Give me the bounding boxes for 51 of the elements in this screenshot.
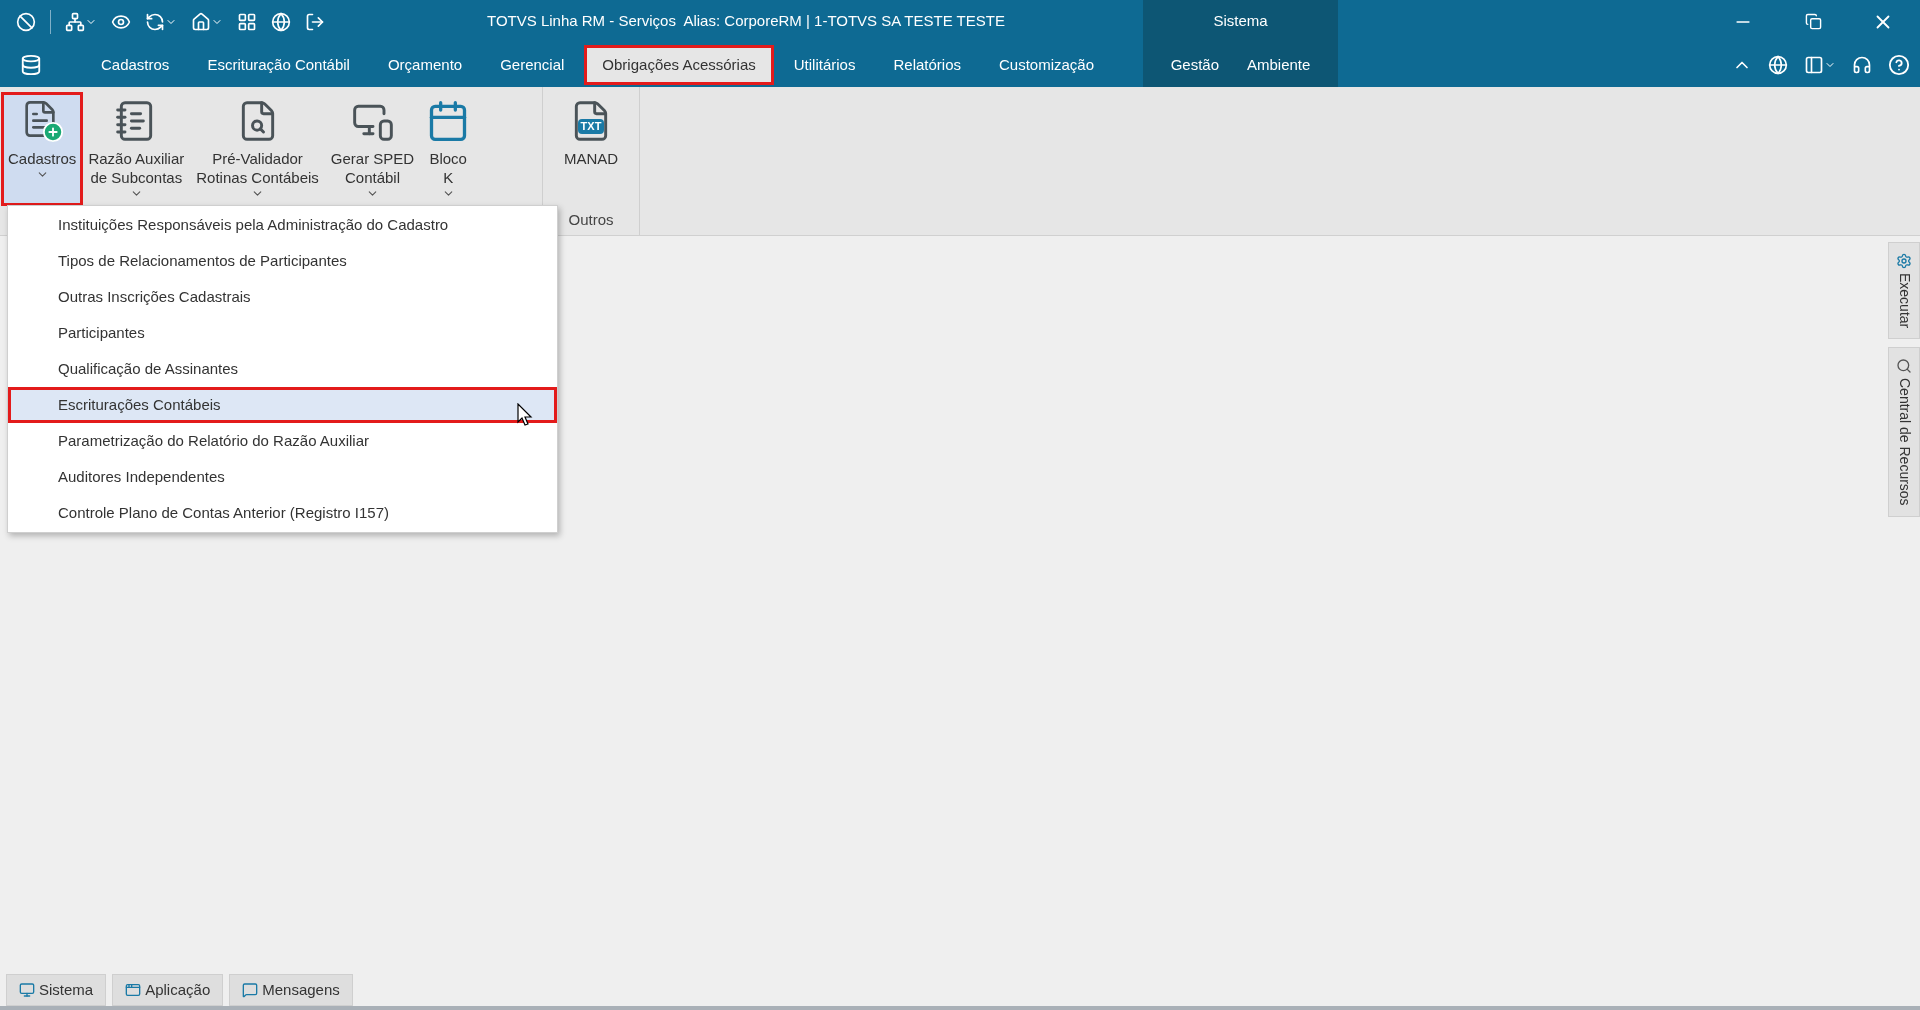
ribbon-button[interactable]: Razão Auxiliar de Subcontas — [84, 95, 189, 203]
menu-item[interactable]: Qualificação de Assinantes — [8, 351, 557, 387]
app-menu-icon[interactable] — [16, 11, 36, 32]
headset-icon[interactable] — [1852, 55, 1872, 75]
ribbon-tab[interactable]: Escrituração Contábil — [189, 45, 368, 85]
ribbon-button[interactable]: Bloco K — [422, 95, 475, 203]
ribbon-tab[interactable]: Relatórios — [875, 45, 979, 85]
refresh-icon[interactable] — [145, 11, 177, 32]
ribbon-tab[interactable]: Ambiente — [1237, 45, 1321, 85]
window-icon — [125, 982, 142, 998]
window-title: TOTVS Linha RM - Serviços Alias: CorporeRM | 1-TOTVS SA TESTE TESTE — [487, 11, 1005, 32]
ribbon-tab[interactable]: Obrigações Acessórias — [584, 45, 774, 85]
ribbon-tab[interactable]: Gestão — [1160, 45, 1229, 85]
ribbon-tab[interactable]: Cadastros — [83, 45, 188, 85]
menu-item[interactable]: Participantes — [8, 315, 557, 351]
globe-icon[interactable] — [1768, 55, 1788, 75]
globe-icon[interactable] — [271, 11, 291, 32]
menu-item[interactable]: Outras Inscrições Cadastrais — [8, 279, 557, 315]
ribbon-button[interactable]: Cadastros — [4, 95, 81, 203]
ribbon-button[interactable]: Pré-Validador Rotinas Contábeis — [192, 95, 323, 203]
bottom-tab[interactable]: Mensagens — [229, 974, 353, 1006]
bottom-tab[interactable]: Sistema — [6, 974, 107, 1006]
help-icon[interactable] — [1888, 54, 1910, 76]
menu-item[interactable]: Tipos de Relacionamentos de Participantes — [8, 243, 557, 279]
menu-item[interactable]: Instituições Responsáveis pela Administração do Cadastro — [8, 207, 557, 243]
ribbon-tab[interactable]: Orçamento — [369, 45, 481, 85]
ribbon-tab[interactable]: Utilitários — [775, 45, 874, 85]
ribbon-group-label: Outros — [567, 209, 615, 230]
grid-icon[interactable] — [237, 11, 257, 32]
menu-item[interactable]: Controle Plano de Contas Anterior (Registro I157) — [8, 495, 557, 531]
search-icon — [1896, 358, 1912, 375]
ribbon-button[interactable]: Gerar SPED Contábil — [326, 95, 419, 203]
ribbon-tab[interactable]: Gerencial — [482, 45, 583, 85]
message-icon — [242, 982, 259, 998]
ribbon-tab[interactable]: Customização — [981, 45, 1113, 85]
logout-icon[interactable] — [305, 11, 325, 32]
menu-item[interactable]: Parametrização do Relatório do Razão Auxiliar — [8, 423, 557, 459]
menu-item[interactable]: Auditores Independentes — [8, 459, 557, 495]
layout-icon[interactable] — [1804, 55, 1836, 75]
bottom-tab[interactable]: Aplicação — [112, 974, 224, 1006]
file-type-label: TXT — [577, 119, 605, 134]
monitor-icon — [19, 982, 35, 998]
home-icon[interactable] — [191, 11, 223, 32]
network-icon[interactable] — [65, 11, 97, 32]
mouse-pointer-icon — [517, 403, 533, 427]
ribbon-button[interactable]: TXT MANAD — [559, 95, 623, 203]
settings-icon — [1896, 253, 1912, 269]
side-panel-tab[interactable]: Central de Recursos — [1888, 347, 1920, 517]
menu-item[interactable]: Escriturações Contábeis — [8, 387, 557, 423]
context-group-title: Sistema — [1213, 11, 1268, 32]
side-panel-tab[interactable]: Executar — [1888, 242, 1920, 340]
